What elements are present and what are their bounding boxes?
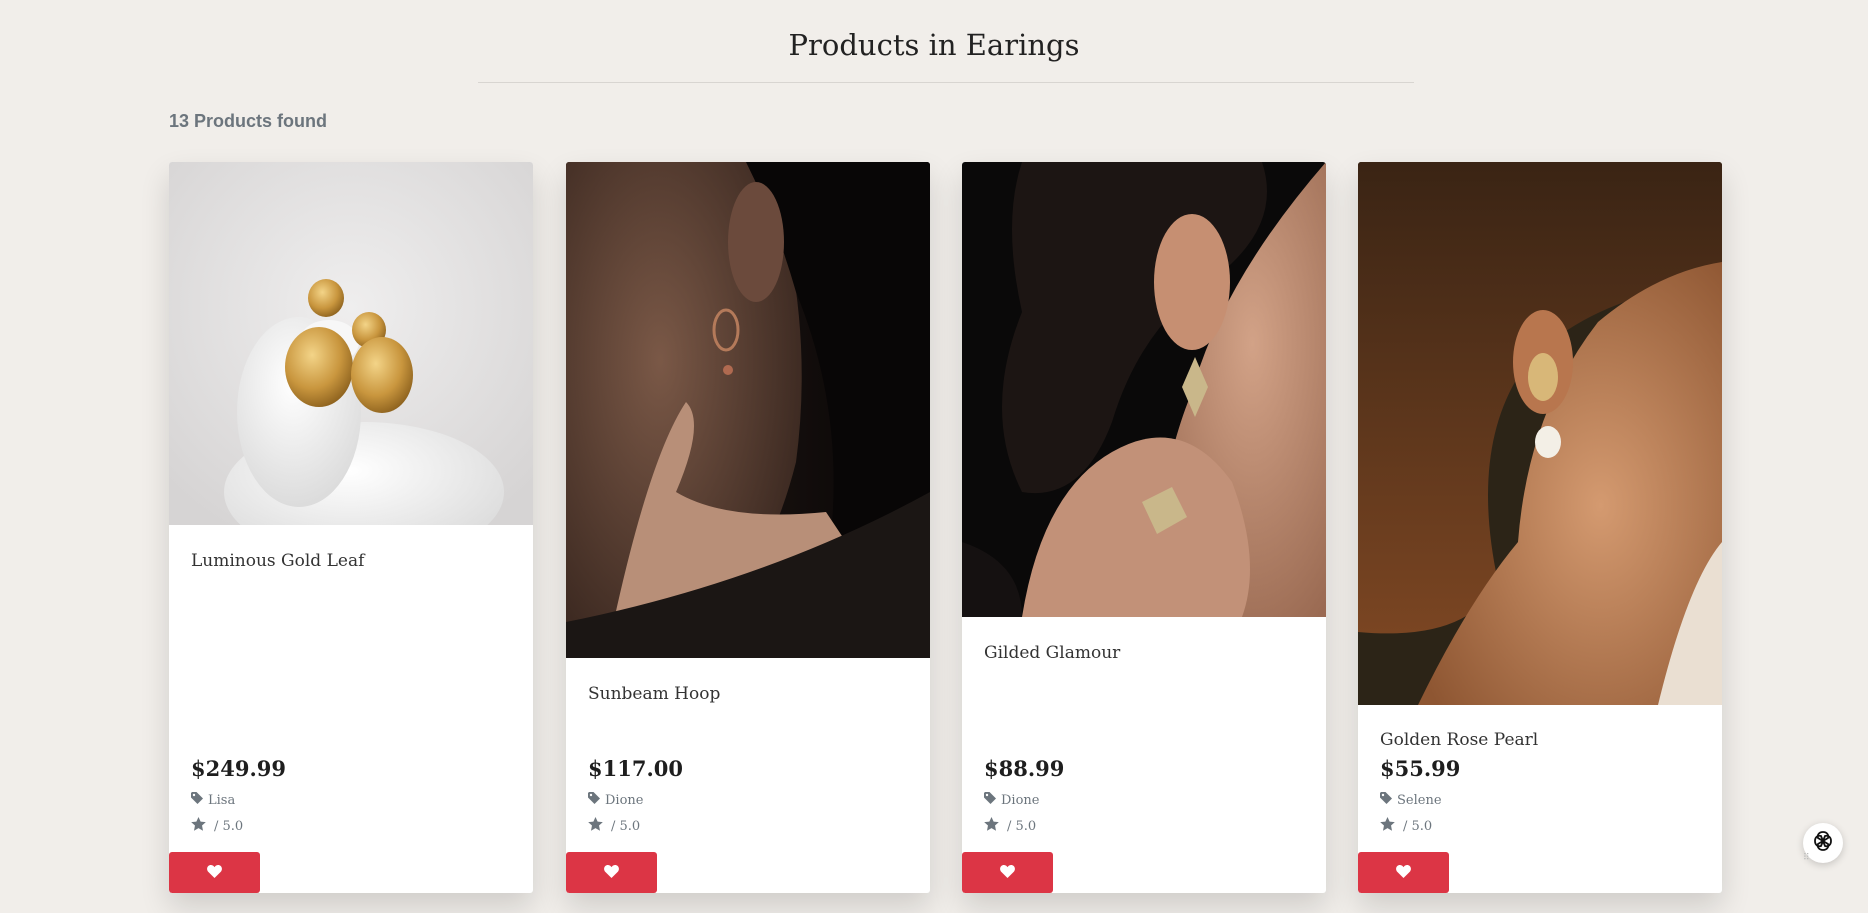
assistant-logo-icon [1811, 829, 1835, 857]
products-found-count: 13 Products found [169, 111, 328, 131]
product-name[interactable]: Sunbeam Hoop [588, 684, 720, 704]
heart-icon [1396, 864, 1411, 881]
star-icon [588, 817, 603, 835]
page-title: Products in Earings [788, 28, 1080, 62]
product-rating: / 5.0 [1380, 817, 1432, 835]
product-image[interactable] [566, 162, 930, 658]
tag-icon [1380, 792, 1392, 808]
product-price: $249.99 [191, 756, 286, 781]
add-to-favorites-button[interactable] [1358, 852, 1449, 893]
star-icon [1380, 817, 1395, 835]
product-brand-name: Lisa [208, 792, 236, 808]
star-icon [984, 817, 999, 835]
tag-icon [191, 792, 203, 808]
product-name[interactable]: Luminous Gold Leaf [191, 551, 364, 571]
product-brand: Lisa [191, 792, 235, 808]
product-card[interactable]: Sunbeam Hoop $117.00 Dione / 5.0 [566, 162, 930, 893]
add-to-favorites-button[interactable] [962, 852, 1053, 893]
product-rating-text: / 5.0 [611, 818, 641, 834]
product-brand: Selene [1380, 792, 1442, 808]
tag-icon [588, 792, 600, 808]
product-brand: Dione [588, 792, 643, 808]
product-rating: / 5.0 [588, 817, 640, 835]
product-rating: / 5.0 [191, 817, 243, 835]
product-image[interactable] [1358, 162, 1722, 705]
product-rating-text: / 5.0 [214, 818, 244, 834]
product-card[interactable]: Golden Rose Pearl $55.99 Selene / 5.0 [1358, 162, 1722, 893]
product-name[interactable]: Gilded Glamour [984, 643, 1120, 663]
product-image[interactable] [169, 162, 533, 525]
add-to-favorites-button[interactable] [169, 852, 260, 893]
product-price: $88.99 [984, 756, 1065, 781]
product-name[interactable]: Golden Rose Pearl [1380, 730, 1538, 750]
add-to-favorites-button[interactable] [566, 852, 657, 893]
title-divider [478, 82, 1414, 83]
product-brand-name: Dione [605, 792, 644, 808]
heart-icon [1000, 864, 1015, 881]
product-rating-text: / 5.0 [1007, 818, 1037, 834]
product-brand-name: Selene [1397, 792, 1442, 808]
widget-drag-handle[interactable]: ⠿ [1803, 853, 1810, 863]
product-brand: Dione [984, 792, 1039, 808]
star-icon [191, 817, 206, 835]
tag-icon [984, 792, 996, 808]
heart-icon [604, 864, 619, 881]
product-price: $117.00 [588, 756, 683, 781]
product-rating-text: / 5.0 [1403, 818, 1433, 834]
product-rating: / 5.0 [984, 817, 1036, 835]
product-card[interactable]: Gilded Glamour $88.99 Dione / 5.0 [962, 162, 1326, 893]
product-brand-name: Dione [1001, 792, 1040, 808]
product-card[interactable]: Luminous Gold Leaf $249.99 Lisa / 5.0 [169, 162, 533, 893]
product-price: $55.99 [1380, 756, 1461, 781]
heart-icon [207, 864, 222, 881]
product-image[interactable] [962, 162, 1326, 617]
